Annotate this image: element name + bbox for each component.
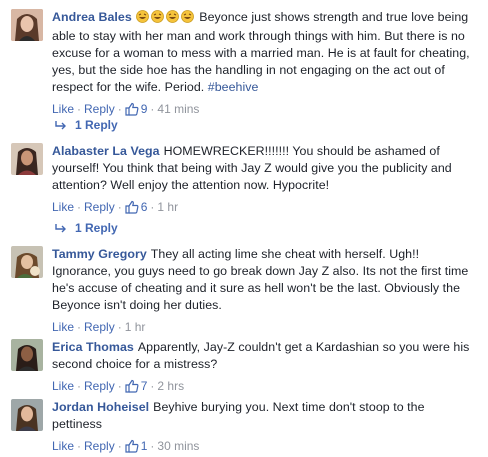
- reply-arrow-icon: [55, 222, 67, 236]
- comment-text: Jordan Hoheisel Beyhive burying you. Next…: [52, 399, 474, 433]
- separator: ·: [117, 320, 122, 334]
- view-replies-link[interactable]: 1 Reply: [55, 221, 118, 236]
- comment-author[interactable]: Jordan Hoheisel: [52, 400, 149, 414]
- comment-text: Erica Thomas Apparently, Jay-Z couldn't g…: [52, 339, 474, 373]
- comment-actions: Like · Reply · 7 · 2 hrs: [52, 378, 474, 397]
- reply-button[interactable]: Reply: [84, 102, 115, 116]
- separator: ·: [117, 200, 122, 214]
- like-count[interactable]: 9: [125, 102, 148, 116]
- timestamp[interactable]: 30 mins: [157, 439, 199, 453]
- reply-button[interactable]: Reply: [84, 200, 115, 214]
- like-button[interactable]: Like: [52, 439, 74, 453]
- separator: ·: [117, 102, 122, 116]
- emoji-group: [135, 10, 196, 24]
- like-count-value: 1: [140, 439, 148, 453]
- thumbs-up-icon: [125, 439, 139, 457]
- separator: ·: [150, 379, 155, 393]
- avatar[interactable]: [11, 339, 43, 371]
- timestamp[interactable]: 1 hr: [125, 320, 146, 334]
- like-button[interactable]: Like: [52, 200, 74, 214]
- timestamp[interactable]: 2 hrs: [157, 379, 184, 393]
- comment-text: Andrea Bales Beyonce just shows strength…: [52, 9, 474, 96]
- comment-feed: Andrea Bales Beyonce just shows strength…: [0, 0, 488, 453]
- like-count-value: 9: [140, 102, 148, 116]
- avatar[interactable]: [11, 399, 43, 431]
- hashtag-link[interactable]: #beehive: [208, 80, 259, 94]
- comment-author[interactable]: Alabaster La Vega: [52, 144, 160, 158]
- separator: ·: [117, 439, 122, 453]
- avatar[interactable]: [11, 246, 43, 278]
- comment-author[interactable]: Erica Thomas: [52, 340, 134, 354]
- separator: ·: [77, 200, 82, 214]
- comment-text: Alabaster La Vega HOMEWRECKER!!!!!!! You …: [52, 143, 474, 194]
- separator: ·: [117, 379, 122, 393]
- like-count[interactable]: 7: [125, 379, 148, 393]
- reply-button[interactable]: Reply: [84, 439, 115, 453]
- like-button[interactable]: Like: [52, 102, 74, 116]
- reply-arrow-icon: [55, 119, 67, 133]
- like-count-value: 6: [140, 200, 148, 214]
- like-count[interactable]: 6: [125, 200, 148, 214]
- comment-text: Tammy Gregory They all acting lime she ch…: [52, 246, 474, 314]
- like-button[interactable]: Like: [52, 320, 74, 334]
- comment-author[interactable]: Andrea Bales: [52, 10, 132, 24]
- separator: ·: [77, 102, 82, 116]
- separator: ·: [150, 200, 155, 214]
- separator: ·: [77, 439, 82, 453]
- separator: ·: [150, 102, 155, 116]
- comment-actions: Like · Reply · 1 hr: [52, 319, 474, 335]
- avatar[interactable]: [11, 143, 43, 175]
- laughing-emoji-icon: [150, 10, 164, 28]
- comment-actions: Like · Reply · 6 · 1 hr: [52, 199, 474, 218]
- thumbs-up-icon: [125, 379, 139, 397]
- view-replies-link[interactable]: 1 Reply: [55, 118, 118, 133]
- separator: ·: [77, 379, 82, 393]
- like-count[interactable]: 1: [125, 439, 148, 453]
- comment-author[interactable]: Tammy Gregory: [52, 247, 147, 261]
- like-button[interactable]: Like: [52, 379, 74, 393]
- laughing-emoji-icon: [180, 10, 194, 28]
- replies-count-label: 1 Reply: [75, 221, 118, 235]
- replies-count-label: 1 Reply: [75, 118, 118, 132]
- reply-button[interactable]: Reply: [84, 379, 115, 393]
- thumbs-up-icon: [125, 102, 139, 120]
- separator: ·: [77, 320, 82, 334]
- laughing-emoji-icon: [135, 10, 149, 28]
- separator: ·: [150, 439, 155, 453]
- thumbs-up-icon: [125, 200, 139, 218]
- avatar[interactable]: [11, 9, 43, 41]
- timestamp[interactable]: 1 hr: [157, 200, 178, 214]
- reply-button[interactable]: Reply: [84, 320, 115, 334]
- like-count-value: 7: [140, 379, 148, 393]
- laughing-emoji-icon: [165, 10, 179, 28]
- timestamp[interactable]: 41 mins: [157, 102, 199, 116]
